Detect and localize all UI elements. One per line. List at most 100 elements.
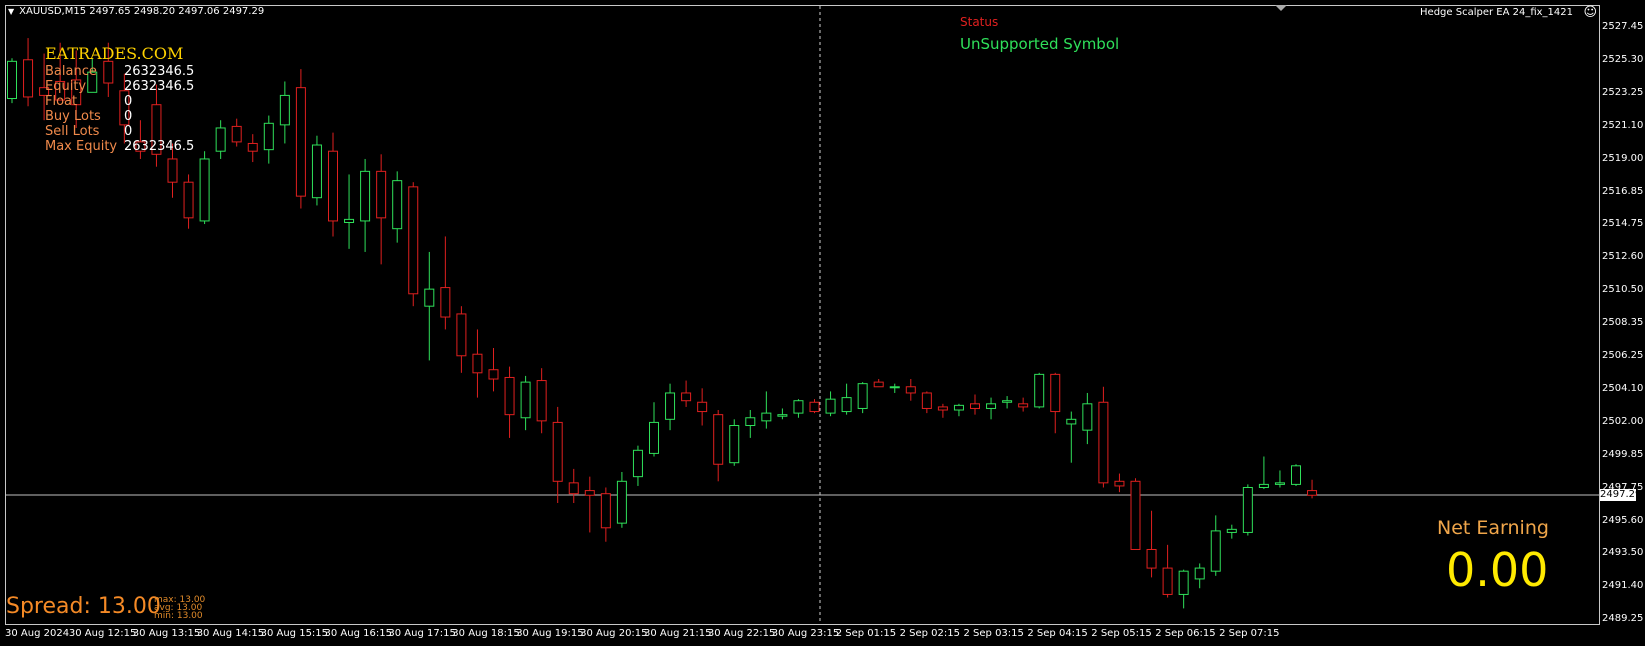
symbol-quote: XAUUSD,M15 2497.65 2498.20 2497.06 2497.…	[19, 6, 265, 17]
net-earning-label: Net Earning	[1437, 517, 1549, 539]
time-tick-label: 2 Sep 03:15	[963, 628, 1024, 639]
bull-candle	[279, 94, 290, 126]
time-tick-label: 30 Aug 15:15	[260, 628, 329, 639]
bear-candle	[1162, 567, 1173, 595]
bull-candle	[199, 158, 210, 222]
bull-candle	[344, 218, 355, 223]
brand-label: EATRADES.COM	[45, 44, 184, 63]
bear-candle	[472, 353, 483, 374]
bear-candle	[183, 181, 194, 219]
bull-candle	[761, 412, 772, 422]
time-tick-label: 2 Sep 04:15	[1027, 628, 1088, 639]
bull-candle	[1210, 530, 1221, 572]
bear-candle	[552, 421, 563, 482]
bear-candle	[568, 482, 579, 495]
shift-marker-icon[interactable]	[1275, 5, 1287, 11]
time-tick-label: 30 Aug 17:15	[388, 628, 456, 639]
time-tick-label: 30 Aug 19:15	[516, 628, 584, 639]
bear-candle	[1307, 490, 1318, 496]
bear-candle	[1146, 548, 1157, 569]
bull-candle	[793, 400, 804, 414]
bull-candle	[263, 122, 274, 151]
bull-candle	[841, 397, 852, 413]
bear-candle	[921, 392, 932, 409]
expert-advisor-name[interactable]: Hedge Scalper EA 24_fix_1421	[1420, 7, 1573, 18]
info-row-label: Max Equity	[45, 139, 118, 154]
bear-candle	[167, 158, 178, 183]
bull-candle	[1291, 465, 1301, 485]
info-row-value: 2632346.5	[124, 79, 195, 94]
bear-candle	[584, 490, 595, 496]
time-tick-label: 2 Sep 01:15	[835, 628, 897, 639]
bear-candle	[103, 60, 114, 84]
bull-candle	[311, 144, 322, 199]
bear-candle	[295, 87, 306, 197]
price-tick-label: 2527.45	[1602, 21, 1644, 32]
bull-candle	[777, 414, 788, 417]
symbol-title: ▼ XAUUSD,M15 2497.65 2498.20 2497.06 2497…	[8, 6, 264, 17]
bull-candle	[953, 404, 964, 411]
time-tick-label: 30 Aug 12:15	[68, 628, 137, 639]
bull-candle	[616, 480, 627, 524]
bull-candle	[889, 386, 900, 389]
info-row-value: 0	[124, 94, 133, 109]
bull-candle	[1274, 482, 1285, 485]
bull-candle	[986, 403, 997, 409]
status-value: UnSupported Symbol	[960, 35, 1120, 53]
bear-candle	[440, 287, 451, 318]
price-tick-label: 2516.85	[1602, 185, 1644, 197]
price-tick-label: 2489.25	[1602, 613, 1644, 625]
bull-candle	[1258, 483, 1269, 488]
time-tick-label: 30 Aug 16:15	[324, 628, 392, 639]
bear-candle	[713, 414, 724, 465]
bear-candle	[697, 401, 708, 413]
bull-candle	[215, 127, 226, 152]
bull-candle	[825, 398, 836, 414]
bear-candle	[970, 403, 980, 409]
time-tick-label: 30 Aug 23:15	[771, 628, 840, 639]
bear-candle	[600, 493, 611, 529]
price-tick-label: 2495.60	[1602, 514, 1644, 526]
bear-candle	[1114, 480, 1125, 487]
bear-candle	[1130, 480, 1141, 550]
bull-candle	[1034, 373, 1045, 408]
price-tick-label: 2504.10	[1602, 382, 1644, 394]
time-tick-label: 30 Aug 21:15	[644, 628, 712, 639]
spread-min: min: 13.00	[154, 611, 203, 621]
net-earning-value: 0.00	[1446, 543, 1549, 597]
bear-candle	[937, 406, 948, 411]
info-row-label: Balance	[45, 64, 97, 79]
bull-candle	[1178, 570, 1189, 595]
bull-candle	[1002, 400, 1013, 403]
bear-candle	[809, 401, 820, 413]
bear-candle	[23, 59, 34, 98]
info-row-label: Equity	[45, 79, 87, 94]
price-tick-label: 2510.50	[1602, 284, 1644, 296]
bull-candle	[632, 449, 643, 478]
price-tick-label: 2512.60	[1602, 251, 1644, 263]
bull-candle	[1194, 567, 1205, 580]
bear-candle	[1018, 403, 1029, 408]
bull-candle	[360, 170, 371, 222]
smiley-face-icon[interactable]: ☺	[1583, 6, 1597, 19]
bull-candle	[1226, 528, 1237, 533]
bear-candle	[873, 381, 884, 388]
bull-candle	[7, 60, 17, 100]
dropdown-triangle-icon[interactable]: ▼	[8, 7, 14, 16]
price-tick-label: 2525.30	[1602, 53, 1644, 65]
bull-candle	[745, 417, 756, 427]
bear-candle	[247, 142, 258, 152]
info-row-label: Float	[45, 94, 78, 109]
time-tick-label: 2 Sep 05:15	[1091, 628, 1152, 639]
info-row-label: Sell Lots	[45, 124, 100, 139]
price-tick-label: 2491.40	[1602, 580, 1644, 592]
bear-candle	[681, 392, 692, 402]
bull-candle	[392, 180, 403, 230]
price-tick-label: 2514.75	[1602, 218, 1644, 230]
spread-stats: max: 13.00 avg: 13.00 min: 13.00	[154, 596, 205, 621]
price-tick-label: 2519.00	[1602, 152, 1644, 164]
bear-candle	[905, 386, 916, 394]
bull-candle	[424, 288, 435, 307]
bear-candle	[376, 170, 387, 219]
bull-candle	[1082, 403, 1093, 431]
